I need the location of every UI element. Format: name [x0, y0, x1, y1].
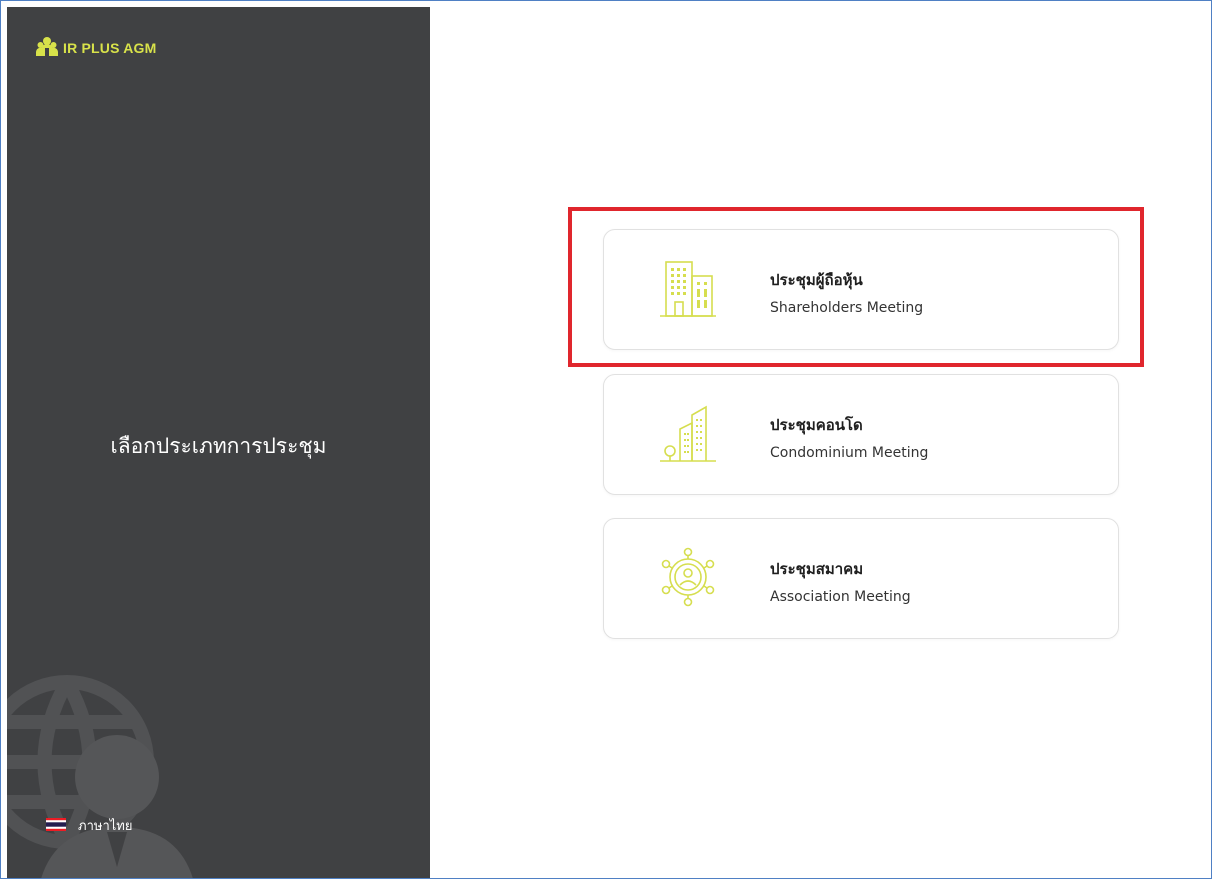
language-label: ภาษาไทย	[78, 819, 133, 834]
shareholders-meeting-subtitle: Shareholders Meeting	[770, 300, 924, 316]
thai-flag-icon	[46, 816, 66, 835]
shareholders-meeting-title: ประชุมผู้ถือหุ้น	[770, 271, 863, 289]
shareholders-meeting-card[interactable]: ประชุมผู้ถือหุ้น Shareholders Meeting	[603, 229, 1119, 350]
page-title: เลือกประเภทการประชุม	[110, 434, 327, 458]
language-selector[interactable]: ภาษาไทย	[46, 815, 132, 836]
condominium-meeting-subtitle: Condominium Meeting	[770, 445, 929, 461]
association-meeting-subtitle: Association Meeting	[770, 589, 911, 605]
brand-logo[interactable]: IR PLUS AGM	[36, 35, 156, 61]
brand-name: IR PLUS AGM	[63, 40, 157, 56]
association-meeting-card[interactable]: ประชุมสมาคม Association Meeting	[603, 518, 1119, 639]
office-buildings-icon	[658, 258, 718, 324]
association-network-icon	[658, 547, 718, 613]
globe-person-watermark-icon	[7, 667, 227, 879]
condominium-meeting-card[interactable]: ประชุมคอนโด Condominium Meeting	[603, 374, 1119, 495]
association-meeting-title: ประชุมสมาคม	[770, 560, 864, 578]
sidebar: IR PLUS AGM เลือกประเภทการประชุม ภาษาไทย	[7, 7, 430, 879]
condominium-tower-icon	[658, 403, 718, 469]
logo-people-icon	[36, 35, 58, 61]
condominium-meeting-title: ประชุมคอนโด	[770, 416, 863, 434]
